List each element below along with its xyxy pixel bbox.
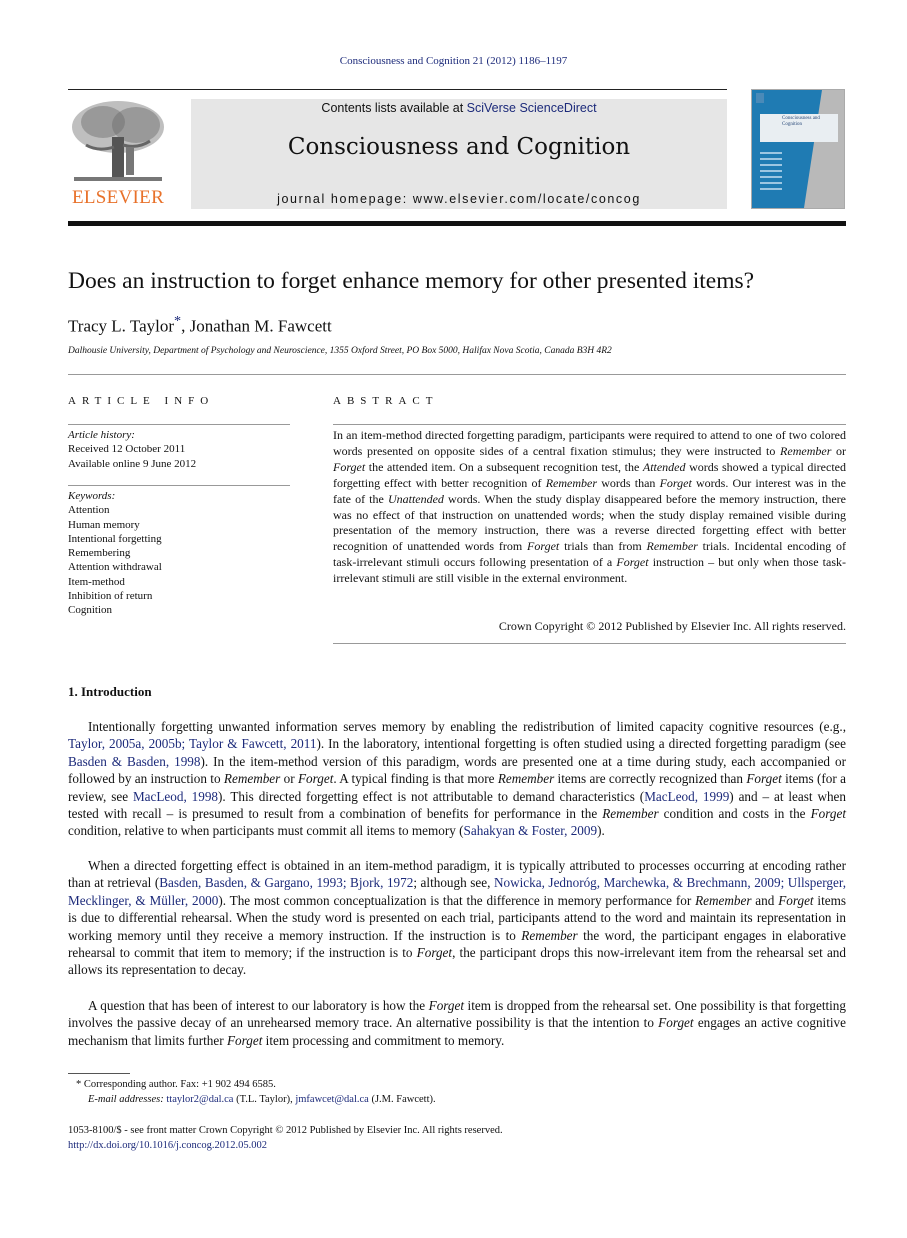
corresponding-text: Corresponding author. Fax: +1 902 494 65… (83, 1079, 276, 1090)
tree-icon (72, 101, 164, 181)
publisher-wordmark: ELSEVIER (71, 187, 165, 208)
available-date: Available online 9 June 2012 (68, 457, 197, 470)
author-name: Tracy L. Taylor (68, 316, 174, 336)
cover-text-lines (760, 152, 782, 194)
emphasis: Forget (226, 1032, 263, 1048)
email-owner: (J.M. Fawcett). (371, 1094, 436, 1105)
history-label: Article history: (68, 429, 135, 441)
running-head[interactable]: Consciousness and Cognition 21 (2012) 11… (0, 55, 907, 67)
article-title: Does an instruction to forget enhance me… (68, 268, 755, 294)
masthead-rule (68, 221, 846, 226)
emphasis: Unattended (387, 491, 444, 506)
cover-title: Consciousness and Cognition (760, 114, 838, 142)
email-label: E-mail addresses: (88, 1094, 164, 1105)
author-separator: , (181, 316, 190, 336)
emphasis: Forget (428, 998, 465, 1013)
divider (68, 424, 290, 425)
emphasis: Forget (778, 892, 814, 908)
keyword: Inhibition of return (68, 590, 153, 603)
footnotes: * Corresponding author. Fax: +1 902 494 … (68, 1077, 436, 1107)
keyword: Remembering (68, 547, 131, 560)
journal-title: Consciousness and Cognition (287, 134, 631, 160)
issn-line: 1053-8100/$ - see front matter Crown Cop… (68, 1125, 503, 1136)
abstract-copyright: Crown Copyright © 2012 Published by Else… (498, 619, 846, 633)
divider (333, 643, 846, 644)
keyword: Human memory (68, 518, 140, 531)
divider (333, 424, 846, 425)
corresponding-footnote: * Corresponding author. Fax: +1 902 494 … (68, 1077, 436, 1092)
body-paragraph: When a directed forgetting effect is obt… (68, 857, 846, 979)
citation-link[interactable]: MacLeod, 1998 (133, 789, 218, 804)
journal-homepage[interactable]: journal homepage: www.elsevier.com/locat… (191, 192, 727, 206)
citation-link[interactable]: MacLeod, 1999 (644, 789, 729, 804)
abstract-heading: ABSTRACT (333, 395, 439, 407)
cover-logo (756, 93, 764, 103)
citation-link[interactable]: Taylor, 2005a, 2005b; Taylor & Fawcett, … (68, 736, 316, 751)
body-paragraph: Intentionally forgetting unwanted inform… (68, 718, 846, 840)
emphasis: Forget (333, 459, 366, 474)
article-history: Article history: Received 12 October 201… (68, 428, 290, 471)
paragraph-text: A question that has been of interest to … (68, 998, 846, 1048)
keywords-label: Keywords: (68, 490, 116, 502)
journal-masthead: Contents lists available at SciVerse Sci… (191, 99, 727, 209)
citation-link[interactable]: Sahakyan & Foster, 2009 (464, 823, 598, 838)
cover-stripe (804, 90, 844, 208)
keyword: Cognition (68, 604, 113, 617)
citation-link[interactable]: Basden & Basden, 1998 (68, 754, 201, 769)
email-link[interactable]: ttaylor2@dal.ca (166, 1094, 233, 1105)
cover-title-text: Consciousness and Cognition (782, 116, 820, 127)
emphasis: Forget (416, 945, 453, 961)
emphasis: Forget (297, 771, 334, 787)
citation-link[interactable]: Basden, Basden, & Gargano, 1993; Bjork, … (159, 875, 413, 890)
email-footnote: E-mail addresses: ttaylor2@dal.ca (T.L. … (88, 1094, 436, 1105)
contents-prefix: Contents lists available at (321, 101, 467, 115)
received-date: Received 12 October 2011 (68, 443, 186, 456)
keyword: Intentional forgetting (68, 532, 162, 545)
keyword: Attention (68, 504, 110, 517)
emphasis: Remember (545, 475, 597, 490)
doi-link[interactable]: http://dx.doi.org/10.1016/j.concog.2012.… (68, 1138, 503, 1153)
journal-cover[interactable]: Consciousness and Cognition (751, 89, 845, 209)
emphasis: Remember (780, 443, 832, 458)
sciencedirect-link[interactable]: SciVerse ScienceDirect (467, 101, 597, 115)
emphasis: Forget (658, 1015, 694, 1031)
issn-block: 1053-8100/$ - see front matter Crown Cop… (68, 1123, 503, 1153)
footnote-marker: * (76, 1079, 82, 1090)
elsevier-logo[interactable]: ELSEVIER (68, 97, 168, 209)
affiliation: Dalhousie University, Department of Psyc… (68, 346, 612, 356)
author-name: Jonathan M. Fawcett (189, 316, 332, 336)
emphasis: Remember (602, 806, 659, 822)
emphasis: Remember (223, 771, 281, 787)
paragraph-text: When a directed forgetting effect is obt… (68, 858, 847, 978)
divider (68, 485, 290, 486)
top-rule (68, 89, 727, 90)
emphasis: Remember (695, 892, 752, 908)
emphasis: Attended (642, 459, 686, 474)
author-list: Tracy L. Taylor*, Jonathan M. Fawcett (68, 313, 332, 337)
emphasis: Remember (521, 927, 578, 943)
emphasis: Remember (497, 771, 555, 787)
body-paragraph: A question that has been of interest to … (68, 997, 846, 1049)
emphasis: Forget (527, 539, 560, 554)
keyword: Attention withdrawal (68, 561, 162, 574)
emphasis: Forget (746, 771, 782, 787)
emphasis: Forget (659, 475, 692, 490)
keyword: Item-method (68, 575, 125, 588)
emphasis: Remember (646, 539, 698, 554)
divider (68, 374, 846, 375)
keywords: Keywords: Attention Human memory Intenti… (68, 489, 290, 618)
section-heading: 1. Introduction (68, 684, 152, 699)
article-info-heading: ARTICLE INFO (68, 395, 215, 407)
emphasis: Forget (810, 806, 846, 822)
paragraph-text: Intentionally forgetting unwanted inform… (68, 719, 847, 839)
email-owner: (T.L. Taylor) (236, 1094, 291, 1105)
email-link[interactable]: jmfawcet@dal.ca (295, 1094, 369, 1105)
abstract-text: In an item-method directed forgetting pa… (333, 428, 847, 586)
contents-line: Contents lists available at SciVerse Sci… (191, 101, 727, 115)
footnote-rule (68, 1073, 130, 1074)
emphasis: Forget (616, 555, 649, 570)
